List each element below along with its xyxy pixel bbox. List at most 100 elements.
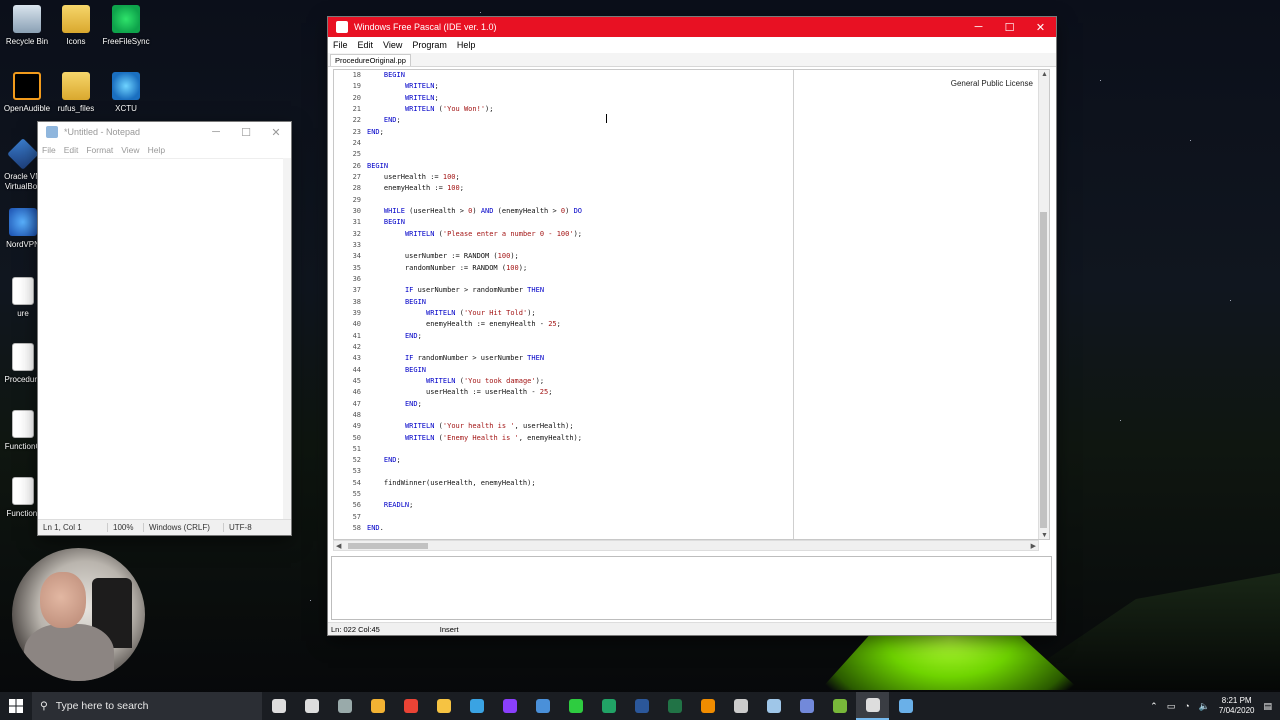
volume-icon[interactable]: 🔈 bbox=[1199, 701, 1210, 712]
line-source[interactable] bbox=[364, 149, 367, 160]
code-line[interactable]: 48 bbox=[334, 410, 792, 421]
code-line[interactable]: 50 WRITELN ('Enemy Health is ', enemyHea… bbox=[334, 433, 792, 444]
notepad-window[interactable]: *Untitled - Notepad ─ ☐ ✕ File Edit Form… bbox=[38, 122, 291, 535]
maximize-button[interactable]: ☐ bbox=[231, 122, 261, 142]
app-icon[interactable] bbox=[328, 692, 361, 720]
code-line[interactable]: 41 END; bbox=[334, 331, 792, 342]
line-source[interactable]: END. bbox=[364, 523, 384, 534]
line-source[interactable]: WRITELN ('Enemy Health is ', enemyHealth… bbox=[364, 433, 582, 444]
ide-titlebar[interactable]: Windows Free Pascal (IDE ver. 1.0) ─ ☐ ✕ bbox=[328, 17, 1056, 37]
cortana-icon[interactable] bbox=[262, 692, 295, 720]
vertical-scroll-thumb[interactable] bbox=[1040, 212, 1047, 528]
line-source[interactable]: END; bbox=[364, 455, 401, 466]
line-source[interactable]: findWinner(userHealth, enemyHealth); bbox=[364, 478, 536, 489]
scroll-up-icon[interactable]: ▲ bbox=[1041, 71, 1048, 78]
line-source[interactable]: WRITELN ('Your Hit Told'); bbox=[364, 308, 536, 319]
code-lines[interactable]: 18 BEGIN 19 WRITELN; 20 WRITELN; 21 WRITELN… bbox=[334, 70, 792, 539]
line-source[interactable]: enemyHealth := 100; bbox=[364, 183, 464, 194]
menu-format[interactable]: Format bbox=[86, 145, 113, 155]
close-button[interactable]: ✕ bbox=[1025, 17, 1056, 37]
line-source[interactable]: WRITELN; bbox=[364, 81, 439, 92]
code-line[interactable]: 18 BEGIN bbox=[334, 70, 792, 81]
line-source[interactable] bbox=[364, 195, 367, 206]
menu-file[interactable]: File bbox=[42, 145, 56, 155]
line-source[interactable]: BEGIN bbox=[364, 161, 388, 172]
code-line[interactable]: 22 END; bbox=[334, 115, 792, 126]
code-line[interactable]: 33 bbox=[334, 240, 792, 251]
steam-icon[interactable] bbox=[757, 692, 790, 720]
code-line[interactable]: 49 WRITELN ('Your health is ', userHealt… bbox=[334, 421, 792, 432]
notepad-icon[interactable] bbox=[856, 692, 889, 720]
code-line[interactable]: 29 bbox=[334, 195, 792, 206]
line-source[interactable]: userNumber := RANDOM (100); bbox=[364, 251, 519, 262]
editor-horizontal-scrollbar[interactable]: ◀ ▶ bbox=[333, 540, 1039, 551]
line-source[interactable]: WRITELN ('You took damage'); bbox=[364, 376, 544, 387]
menu-file[interactable]: File bbox=[333, 40, 348, 50]
line-source[interactable]: BEGIN bbox=[364, 70, 405, 81]
network-icon[interactable]: ▭ bbox=[1167, 701, 1176, 712]
desktop-icon[interactable]: XCTU bbox=[96, 72, 156, 114]
code-line[interactable]: 27 userHealth := 100; bbox=[334, 172, 792, 183]
menu-help[interactable]: Help bbox=[148, 145, 165, 155]
line-source[interactable]: userHealth := 100; bbox=[364, 172, 460, 183]
line-source[interactable] bbox=[364, 274, 367, 285]
horizontal-scroll-thumb[interactable] bbox=[348, 543, 428, 549]
output-panel[interactable] bbox=[331, 556, 1052, 620]
code-line[interactable]: 51 bbox=[334, 444, 792, 455]
wifi-icon[interactable]: ◔ bbox=[1184, 701, 1189, 711]
calculator-icon[interactable] bbox=[724, 692, 757, 720]
code-editor[interactable]: 18 BEGIN 19 WRITELN; 20 WRITELN; 21 WRITELN… bbox=[333, 69, 1050, 540]
line-source[interactable]: END; bbox=[364, 399, 422, 410]
code-line[interactable]: 46 userHealth := userHealth - 25; bbox=[334, 387, 792, 398]
chrome-icon[interactable] bbox=[394, 692, 427, 720]
scroll-down-icon[interactable]: ▼ bbox=[1041, 532, 1048, 539]
menu-view[interactable]: View bbox=[383, 40, 402, 50]
line-source[interactable] bbox=[364, 444, 367, 455]
close-button[interactable]: ✕ bbox=[261, 122, 291, 142]
code-line[interactable]: 32 WRITELN ('Please enter a number 0 - 1… bbox=[334, 229, 792, 240]
line-source[interactable] bbox=[364, 489, 367, 500]
code-line[interactable]: 45 WRITELN ('You took damage'); bbox=[334, 376, 792, 387]
vlc-icon[interactable] bbox=[691, 692, 724, 720]
virtualbox-icon[interactable] bbox=[526, 692, 559, 720]
code-line[interactable]: 26 BEGIN bbox=[334, 161, 792, 172]
line-source[interactable]: enemyHealth := enemyHealth - 25; bbox=[364, 319, 561, 330]
code-line[interactable]: 23 END; bbox=[334, 127, 792, 138]
line-source[interactable] bbox=[364, 410, 367, 421]
code-line[interactable]: 55 bbox=[334, 489, 792, 500]
code-line[interactable]: 24 bbox=[334, 138, 792, 149]
ide-window[interactable]: Windows Free Pascal (IDE ver. 1.0) ─ ☐ ✕… bbox=[328, 17, 1056, 635]
explorer-icon[interactable] bbox=[427, 692, 460, 720]
task-view-icon[interactable] bbox=[295, 692, 328, 720]
line-source[interactable]: IF userNumber > randomNumber THEN bbox=[364, 285, 544, 296]
line-source[interactable]: randomNumber := RANDOM (100); bbox=[364, 263, 527, 274]
line-source[interactable]: WRITELN ('You Won!'); bbox=[364, 104, 494, 115]
pascal-icon[interactable] bbox=[889, 692, 922, 720]
code-line[interactable]: 31 BEGIN bbox=[334, 217, 792, 228]
taskbar-search-box[interactable]: ⚲ Type here to search bbox=[32, 692, 262, 720]
utorrent-icon[interactable] bbox=[823, 692, 856, 720]
line-source[interactable] bbox=[364, 240, 367, 251]
minimize-button[interactable]: ─ bbox=[201, 122, 231, 142]
menu-program[interactable]: Program bbox=[412, 40, 447, 50]
code-line[interactable]: 20 WRITELN; bbox=[334, 93, 792, 104]
notepad-scrollbar[interactable] bbox=[283, 158, 291, 519]
code-line[interactable]: 43 IF randomNumber > userNumber THEN bbox=[334, 353, 792, 364]
line-source[interactable] bbox=[364, 466, 367, 477]
chevron-up-icon[interactable]: ⌃ bbox=[1150, 701, 1158, 712]
discord-icon[interactable] bbox=[790, 692, 823, 720]
line-source[interactable]: userHealth := userHealth - 25; bbox=[364, 387, 552, 398]
code-line[interactable]: 42 bbox=[334, 342, 792, 353]
notepad-text-area[interactable] bbox=[38, 158, 283, 519]
code-line[interactable]: 37 IF userNumber > randomNumber THEN bbox=[334, 285, 792, 296]
code-line[interactable]: 58 END. bbox=[334, 523, 792, 534]
excel-green-icon[interactable] bbox=[592, 692, 625, 720]
code-line[interactable]: 47 END; bbox=[334, 399, 792, 410]
line-source[interactable]: END; bbox=[364, 127, 384, 138]
notification-icon[interactable]: ▤ bbox=[1263, 701, 1272, 712]
menu-view[interactable]: View bbox=[121, 145, 139, 155]
word-icon[interactable] bbox=[625, 692, 658, 720]
line-source[interactable]: READLN; bbox=[364, 500, 414, 511]
scroll-right-icon[interactable]: ▶ bbox=[1031, 542, 1036, 550]
line-source[interactable]: WRITELN ('Your health is ', userHealth); bbox=[364, 421, 574, 432]
